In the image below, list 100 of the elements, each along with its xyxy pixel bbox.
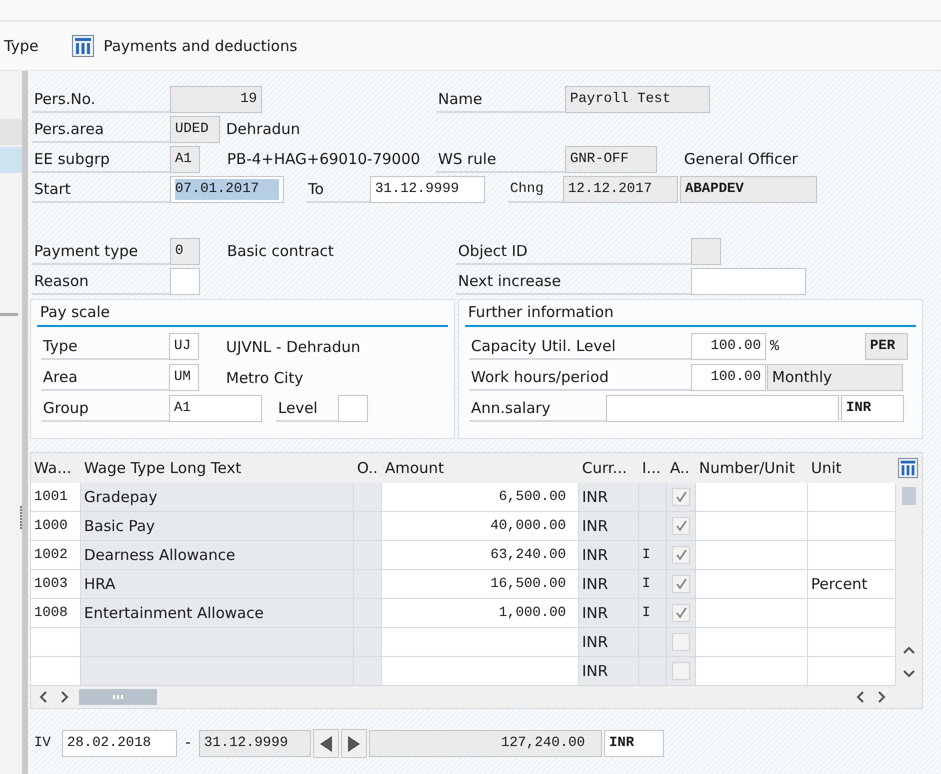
amount-cell: 1,000.00 [382, 599, 579, 628]
currency-field: INR [604, 730, 664, 757]
group-title: Pay scale [37, 300, 448, 327]
unit-code-field[interactable]: PER [865, 333, 908, 360]
to-date-field[interactable]: 31.12.9999 [199, 730, 311, 757]
scroll-right-icon[interactable] [61, 691, 69, 703]
long-text-cell: Basic Pay [81, 512, 354, 541]
personnel-number-field[interactable]: 19 [170, 86, 262, 112]
checkbox[interactable] [672, 517, 690, 535]
from-date-field[interactable]: 28.02.2018 [62, 730, 177, 757]
start-date-field[interactable]: 07.01.2017 [170, 176, 284, 202]
period-field[interactable]: Monthly [767, 364, 903, 391]
scroll-left-icon[interactable] [856, 691, 864, 703]
scrollbar-thumb[interactable] [79, 689, 157, 705]
subgroup-field[interactable]: A1 [170, 146, 200, 172]
field-description: General Officer [684, 150, 798, 168]
table-cell [354, 599, 382, 628]
table-cell [354, 541, 382, 570]
next-increase-field[interactable] [691, 268, 806, 294]
pay-scale-area-field[interactable]: UM [169, 364, 199, 391]
field-description: PB-4+HAG+69010-79000 [227, 150, 422, 168]
columns-icon [898, 458, 918, 478]
work-schedule-field[interactable]: GNR-OFF [565, 146, 657, 172]
column-header[interactable]: Wage Type Long Text [81, 453, 354, 483]
column-header[interactable]: Amount [382, 453, 579, 483]
work-hours-field[interactable]: 100.00 [691, 364, 766, 391]
field-description: Metro City [226, 368, 304, 386]
tab-label[interactable]: Type [4, 37, 38, 55]
currency-cell: INR [579, 628, 639, 657]
currency-cell: INR [579, 541, 639, 570]
checkbox[interactable] [672, 604, 690, 622]
pay-scale-level-field[interactable] [338, 395, 368, 422]
end-date-field[interactable]: 31.12.9999 [370, 176, 485, 202]
object-id-field[interactable] [691, 238, 721, 264]
payments-deductions-button[interactable]: Payments and deductions [68, 35, 302, 57]
payment-type-field[interactable]: 0 [170, 238, 200, 264]
table-cell [354, 483, 382, 512]
amount-cell: 63,240.00 [382, 541, 579, 570]
column-header[interactable]: O.. [354, 453, 382, 483]
scroll-right-icon[interactable] [878, 691, 886, 703]
total-amount-field: 127,240.00 [369, 730, 602, 757]
long-text-cell: HRA [81, 570, 354, 599]
amount-cell: 40,000.00 [382, 512, 579, 541]
personnel-area-field[interactable]: UDED [170, 116, 220, 142]
scrollbar-thumb[interactable] [902, 487, 916, 505]
table-cell: I [639, 570, 667, 599]
name-field[interactable]: Payroll Test [565, 86, 710, 112]
scroll-down-icon[interactable] [903, 670, 915, 678]
field-description: UJVNL - Dehradun [226, 338, 360, 356]
unit-text: % [769, 338, 780, 355]
column-settings-button[interactable] [898, 458, 918, 478]
triangle-right-icon [347, 734, 361, 752]
wage-type-cell: 1000 [31, 512, 81, 541]
checkbox[interactable] [672, 575, 690, 593]
previous-button[interactable] [313, 729, 339, 758]
changed-date-field[interactable]: 12.12.2017 [563, 176, 678, 202]
date-separator: - [182, 735, 194, 752]
column-header[interactable]: A.. [667, 453, 696, 483]
group-title: Further information [465, 300, 916, 327]
table-cell: I [639, 599, 667, 628]
field-label: IV [33, 734, 52, 753]
amount-cell: 16,500.00 [382, 570, 579, 599]
column-header[interactable]: Unit [808, 453, 896, 483]
checkbox[interactable] [672, 488, 690, 506]
table-cell [354, 628, 382, 657]
currency-cell: INR [579, 512, 639, 541]
unit-cell: Percent [808, 570, 896, 599]
field-label: Object ID [456, 238, 691, 264]
field-label: Next increase [456, 268, 691, 294]
annual-salary-field[interactable] [606, 395, 839, 422]
checkbox[interactable] [672, 546, 690, 564]
amount-cell: 6,500.00 [382, 483, 579, 512]
column-header[interactable]: I... [639, 453, 667, 483]
wage-type-cell: 1002 [31, 541, 81, 570]
column-header[interactable]: Number/Unit [696, 453, 808, 483]
next-button[interactable] [341, 729, 367, 758]
table-cell [354, 570, 382, 599]
column-header[interactable]: Curr... [579, 453, 639, 483]
pay-scale-type-field[interactable]: UJ [169, 333, 199, 360]
table-cell [354, 512, 382, 541]
currency-field[interactable]: INR [841, 395, 904, 422]
changed-by-field[interactable]: ABAPDEV [680, 176, 817, 202]
columns-icon [72, 35, 94, 57]
triangle-left-icon [319, 734, 333, 752]
checkbox[interactable] [672, 633, 690, 651]
long-text-cell: Gradepay [81, 483, 354, 512]
column-header[interactable]: Wa... [31, 453, 81, 483]
checkbox[interactable] [672, 662, 690, 680]
reason-field[interactable] [170, 268, 200, 294]
long-text-cell: Entertainment Allowace [81, 599, 354, 628]
scroll-left-icon[interactable] [39, 691, 47, 703]
scroll-up-icon[interactable] [903, 646, 915, 654]
wage-type-cell: 1003 [31, 570, 81, 599]
capacity-field[interactable]: 100.00 [691, 333, 766, 360]
splitter-grip-icon[interactable] [20, 506, 23, 530]
pay-scale-group-field[interactable]: A1 [169, 395, 262, 422]
currency-cell: INR [579, 570, 639, 599]
wage-type-cell: 1008 [31, 599, 81, 628]
currency-cell: INR [579, 483, 639, 512]
field-description: Dehradun [226, 120, 300, 138]
